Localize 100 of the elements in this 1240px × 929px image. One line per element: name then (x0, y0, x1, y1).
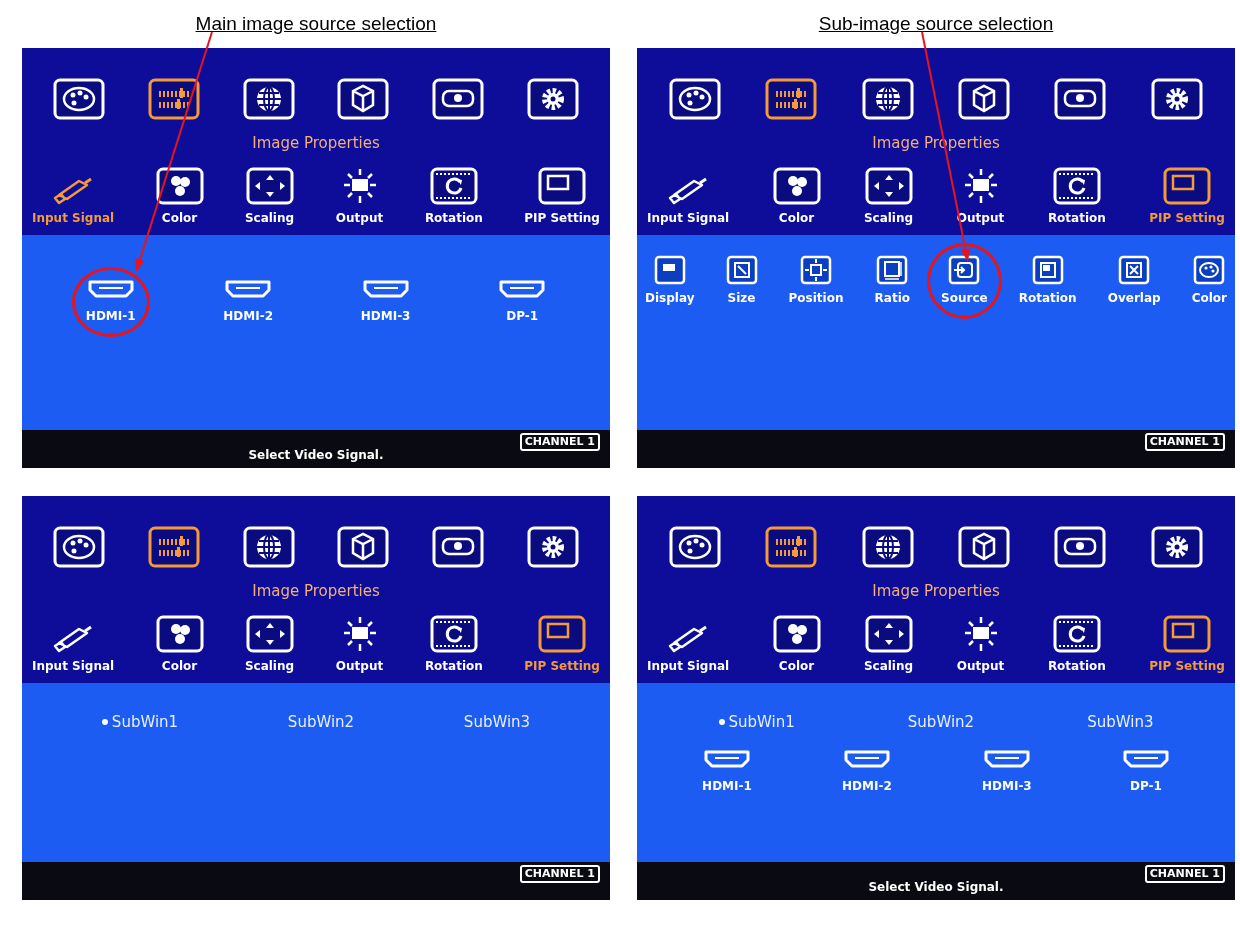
settings-icon[interactable] (526, 526, 579, 568)
menu-tab[interactable]: Rotation (424, 166, 483, 227)
pip-menu-option[interactable]: Color (1191, 254, 1227, 307)
video-input-option[interactable]: HDMI-1 (85, 278, 136, 325)
globe-icon[interactable] (861, 526, 914, 568)
sliders-icon[interactable] (765, 526, 818, 568)
cube-icon[interactable] (958, 526, 1011, 568)
menu-title: Image Properties (252, 581, 380, 602)
menu-tab[interactable]: PIP Setting (1149, 166, 1225, 227)
channel-badge: CHANNEL 1 (1144, 865, 1225, 883)
sliders-icon[interactable] (148, 78, 200, 120)
pip-icon (538, 614, 587, 653)
rotate-icon (1052, 166, 1101, 205)
rgb-circles-icon (155, 614, 204, 653)
projector-icon[interactable] (431, 526, 484, 568)
window-icon (1031, 254, 1064, 285)
rotate-icon (1052, 614, 1101, 653)
hdmi-port-icon (361, 278, 410, 299)
menu-tab[interactable]: Input Signal (32, 166, 115, 227)
sliders-icon[interactable] (765, 78, 818, 120)
video-input-option[interactable]: HDMI-2 (223, 278, 274, 325)
pip-icon (1163, 614, 1212, 653)
subwindow-tab[interactable]: SubWin2 (897, 710, 975, 733)
menu-title: Image Properties (252, 133, 380, 154)
menu-tab[interactable]: Color (772, 166, 821, 227)
pip-menu-option[interactable]: Size (725, 254, 758, 307)
hdmi-port-icon (498, 278, 547, 299)
pip-menu-option[interactable]: Overlap (1107, 254, 1161, 307)
video-input-option[interactable]: DP-1 (498, 278, 547, 325)
menu-tab[interactable]: PIP Setting (1149, 614, 1225, 675)
menu-tab[interactable]: Output (335, 166, 384, 227)
menu-tab[interactable]: Color (772, 614, 821, 675)
channel-badge: CHANNEL 1 (519, 865, 600, 883)
projector-icon[interactable] (1054, 526, 1107, 568)
hdmi-port-icon (702, 749, 751, 769)
menu-tab[interactable]: PIP Setting (524, 166, 600, 227)
menu-tab[interactable]: PIP Setting (524, 614, 600, 675)
menu-tab[interactable]: Scaling (244, 166, 295, 227)
pip-icon (538, 166, 587, 205)
move-icon (800, 254, 833, 285)
hdmi-port-icon (982, 749, 1031, 769)
subwindow-tab[interactable]: SubWin3 (453, 710, 531, 733)
rotate-icon (429, 166, 478, 205)
settings-icon[interactable] (1150, 526, 1203, 568)
globe-icon[interactable] (861, 78, 914, 120)
subwindow-tab[interactable]: SubWin3 (1077, 710, 1154, 733)
palette-icon[interactable] (669, 78, 722, 120)
pip-menu-option[interactable]: Rotation (1018, 254, 1077, 307)
menu-tab[interactable]: Scaling (863, 614, 914, 675)
projector-icon[interactable] (431, 78, 484, 120)
menu-tab[interactable]: Output (335, 614, 384, 675)
settings-icon[interactable] (526, 78, 579, 120)
pip-icon (1163, 166, 1212, 205)
hdmi-port-icon (224, 278, 273, 299)
status-text: Select Video Signal. (868, 879, 1004, 896)
arrows-icon (245, 614, 294, 653)
pip-menu-option[interactable]: Position (788, 254, 844, 307)
rgb-circles-icon (772, 166, 821, 205)
menu-title: Image Properties (872, 581, 1000, 602)
video-input-option[interactable]: HDMI-1 (702, 749, 752, 795)
subwindow-tab[interactable]: SubWin1 (718, 710, 795, 733)
globe-icon[interactable] (242, 526, 295, 568)
menu-tab[interactable]: Scaling (863, 166, 914, 227)
video-input-option[interactable]: HDMI-2 (842, 749, 892, 795)
palette-icon[interactable] (53, 526, 106, 568)
cube-icon[interactable] (337, 526, 390, 568)
video-input-option[interactable]: HDMI-3 (981, 749, 1032, 795)
sliders-icon[interactable] (148, 526, 200, 568)
menu-tab[interactable]: Input Signal (32, 614, 115, 675)
menu-tab[interactable]: Color (155, 614, 204, 675)
cube-icon[interactable] (958, 78, 1011, 120)
menu-tab[interactable]: Output (956, 614, 1005, 675)
channel-badge: CHANNEL 1 (519, 433, 600, 451)
video-input-option[interactable]: DP-1 (1121, 749, 1170, 795)
rgb-circles-icon (155, 166, 204, 205)
subwindow-tab[interactable]: SubWin2 (277, 710, 355, 733)
palette-icon[interactable] (669, 526, 722, 568)
hdmi-port-icon (86, 278, 135, 299)
settings-icon[interactable] (1150, 78, 1203, 120)
status-text: Select Video Signal. (248, 447, 384, 464)
menu-tab[interactable]: Rotation (1047, 614, 1106, 675)
menu-tab[interactable]: Input Signal (647, 166, 730, 227)
video-input-option[interactable]: HDMI-3 (360, 278, 411, 325)
projector-icon[interactable] (1054, 78, 1107, 120)
menu-tab[interactable]: Scaling (244, 614, 295, 675)
menu-tab[interactable]: Color (155, 166, 204, 227)
palette-icon[interactable] (53, 78, 106, 120)
menu-tab[interactable]: Rotation (1047, 166, 1106, 227)
pip-menu-option[interactable]: Display (645, 254, 695, 307)
display-icon (653, 254, 686, 285)
pip-menu-option[interactable]: Source (941, 254, 988, 307)
subwindow-tab[interactable]: SubWin1 (101, 710, 179, 733)
palette-icon (1193, 254, 1226, 285)
globe-icon[interactable] (242, 78, 295, 120)
menu-tab[interactable]: Input Signal (647, 614, 730, 675)
menu-tab[interactable]: Rotation (424, 614, 483, 675)
pip-menu-option[interactable]: Ratio (874, 254, 910, 307)
cube-icon[interactable] (337, 78, 390, 120)
arrows-icon (864, 166, 913, 205)
aspect-ratio-icon (876, 254, 909, 285)
